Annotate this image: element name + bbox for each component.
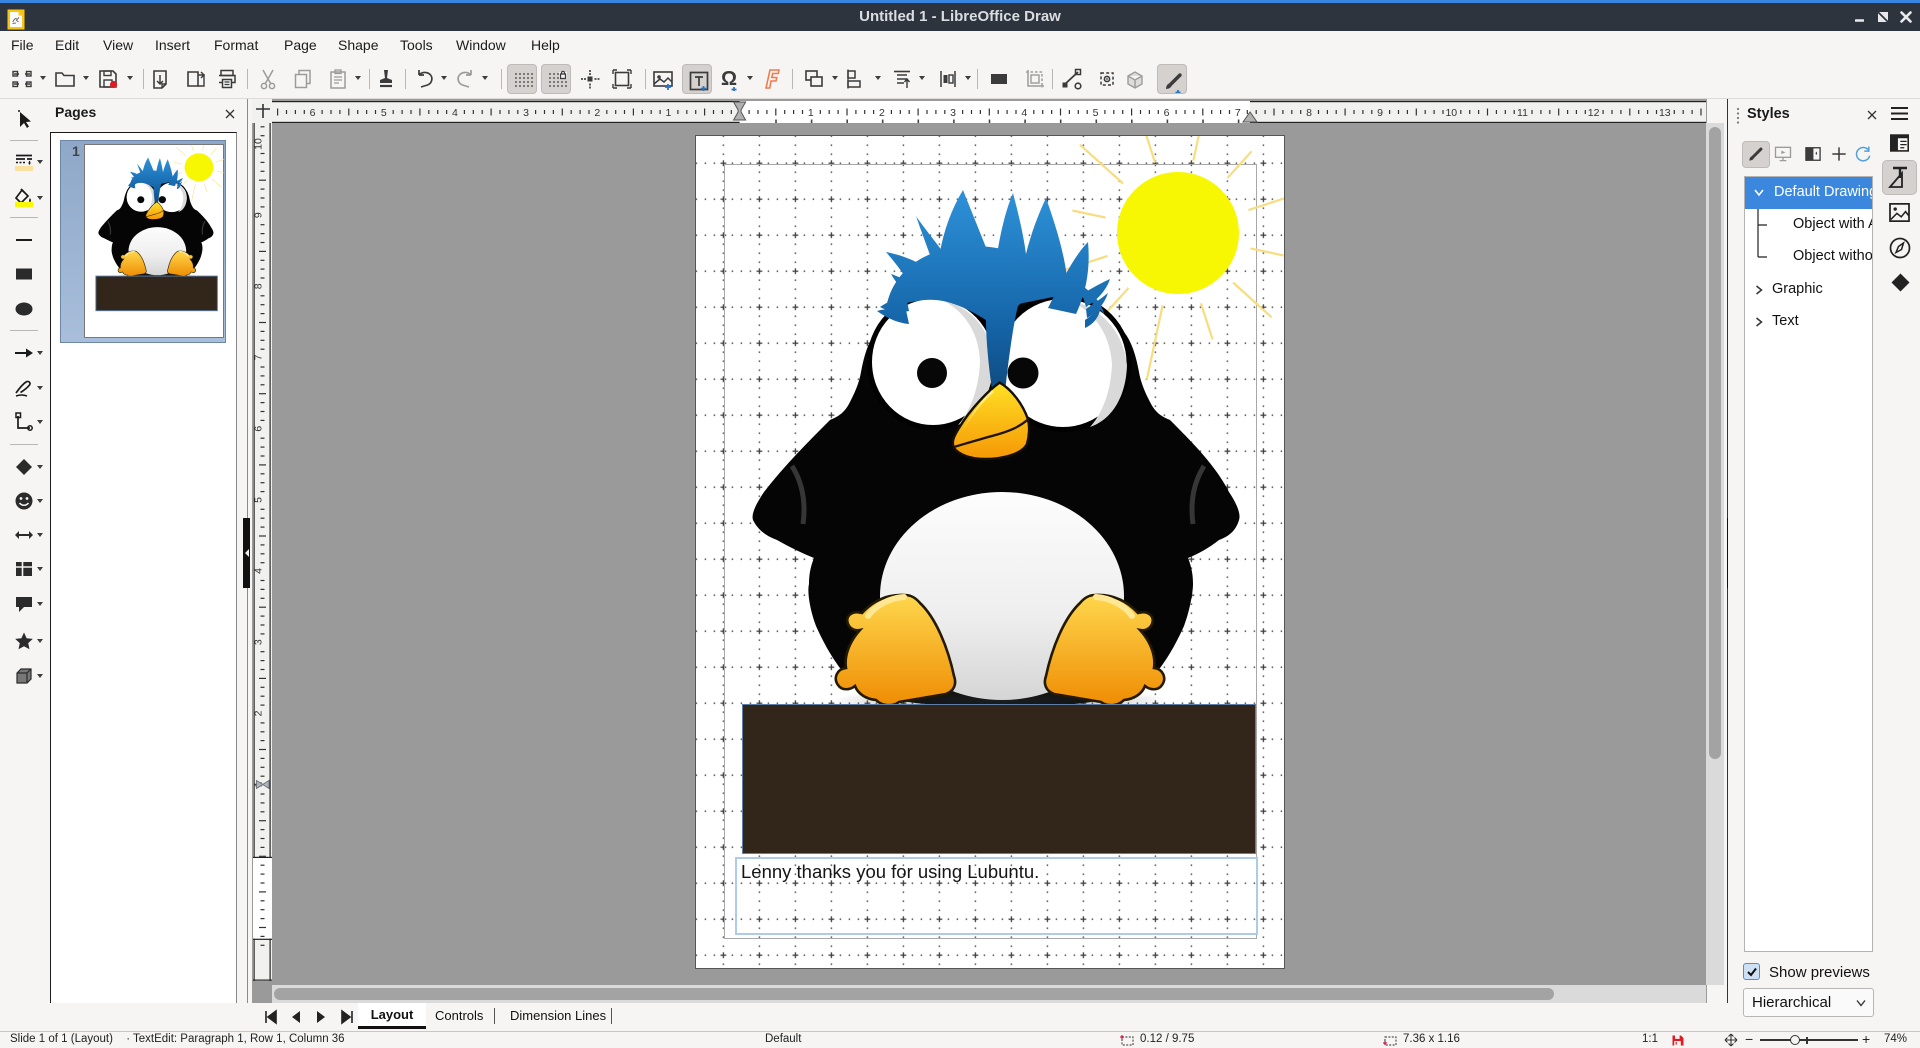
svg-text:10: 10 bbox=[253, 138, 265, 150]
svg-text:8: 8 bbox=[253, 283, 265, 289]
svg-text:6: 6 bbox=[1164, 107, 1170, 119]
svg-text:10: 10 bbox=[1445, 107, 1457, 119]
svg-text:7: 7 bbox=[1235, 107, 1241, 119]
svg-text:3: 3 bbox=[523, 107, 529, 119]
svg-text:5: 5 bbox=[1093, 107, 1099, 119]
svg-text:2: 2 bbox=[879, 107, 885, 119]
svg-text:7: 7 bbox=[253, 354, 265, 360]
svg-text:3: 3 bbox=[950, 107, 956, 119]
svg-text:12: 12 bbox=[1588, 107, 1600, 119]
svg-text:2: 2 bbox=[594, 107, 600, 119]
svg-text:4: 4 bbox=[1021, 107, 1027, 119]
svg-text:1: 1 bbox=[665, 107, 671, 119]
svg-text:8: 8 bbox=[1306, 107, 1312, 119]
svg-text:5: 5 bbox=[253, 497, 265, 503]
svg-text:2: 2 bbox=[253, 710, 265, 716]
svg-text:4: 4 bbox=[452, 107, 458, 119]
svg-text:13: 13 bbox=[1659, 107, 1671, 119]
svg-text:6: 6 bbox=[253, 426, 265, 432]
svg-text:1: 1 bbox=[808, 107, 814, 119]
svg-text:6: 6 bbox=[310, 107, 316, 119]
svg-text:3: 3 bbox=[253, 639, 265, 645]
svg-text:Ω: Ω bbox=[721, 68, 737, 90]
svg-text:11: 11 bbox=[1517, 107, 1528, 119]
svg-text:9: 9 bbox=[253, 212, 265, 218]
svg-text:4: 4 bbox=[253, 568, 265, 574]
svg-text:9: 9 bbox=[1377, 107, 1383, 119]
svg-text:5: 5 bbox=[381, 107, 387, 119]
